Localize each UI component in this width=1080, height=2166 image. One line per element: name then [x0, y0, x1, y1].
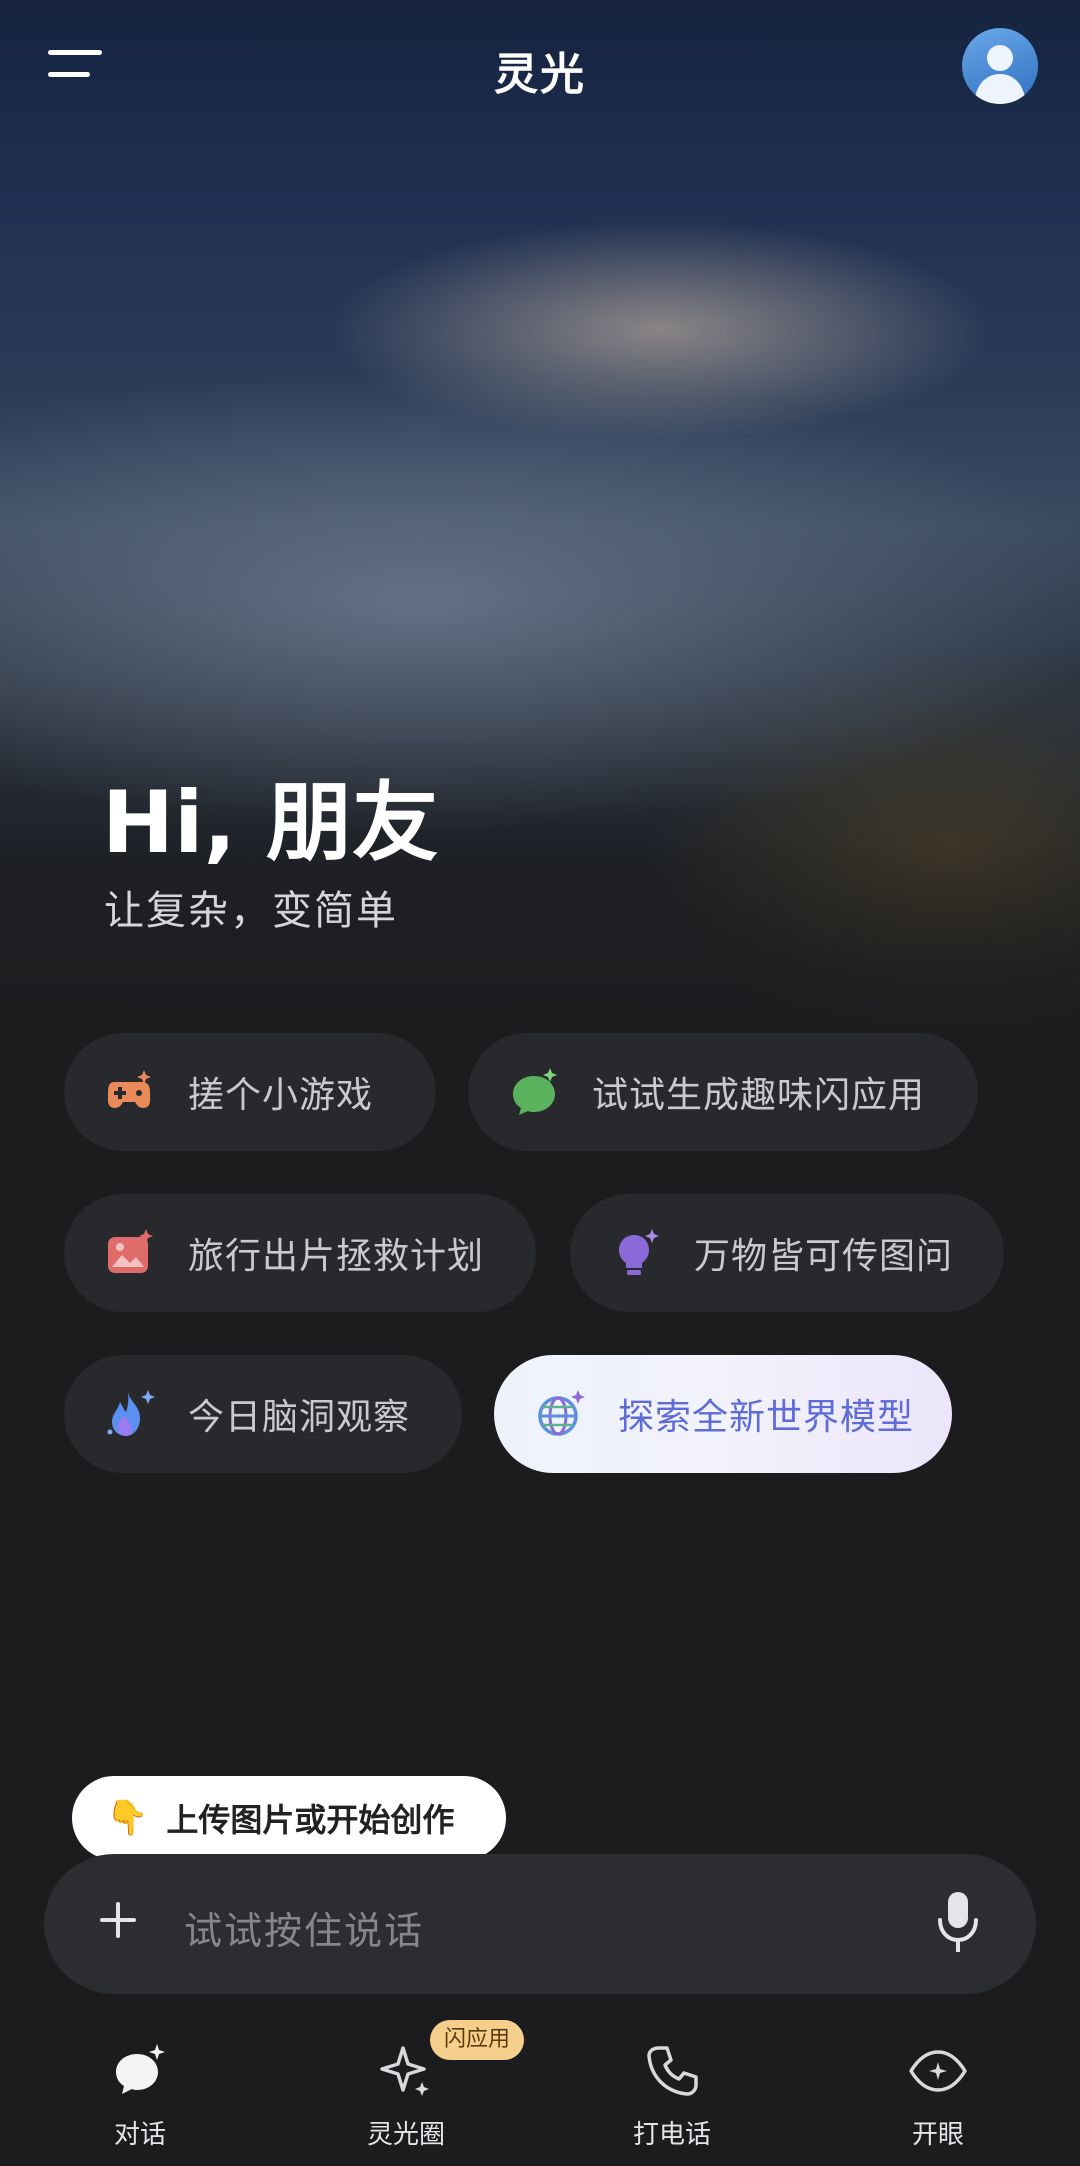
suggestion-chip-label: 搓个小游戏 [188, 1075, 374, 1116]
microphone-icon[interactable] [932, 1888, 984, 1956]
suggestion-chip-travel-photo[interactable]: 旅行出片拯救计划 [64, 1194, 536, 1312]
tab-eye-open[interactable]: 开眼 [838, 2020, 1038, 2151]
suggestion-chip-label: 万物皆可传图问 [694, 1236, 954, 1277]
chat-input-bar[interactable]: 试试按住说话 [44, 1854, 1036, 1994]
eye-icon [909, 2050, 967, 2092]
tab-label: 灵光圈 [366, 2120, 445, 2150]
greeting-subtitle: 让复杂，变简单 [104, 888, 398, 934]
user-avatar-icon[interactable] [962, 28, 1038, 104]
suggestion-chip-game[interactable]: 搓个小游戏 [64, 1033, 436, 1151]
suggestion-chip-flash-app[interactable]: 试试生成趣味闪应用 [468, 1033, 978, 1151]
flame-icon [107, 1390, 155, 1436]
tab-label: 对话 [113, 2120, 166, 2150]
suggestion-chip-image-question[interactable]: 万物皆可传图问 [570, 1194, 1004, 1312]
chat-icon [116, 2044, 165, 2094]
suggestion-chip-world-model[interactable]: 探索全新世界模型 [494, 1355, 952, 1473]
phone-icon [647, 2046, 698, 2096]
globe-icon [538, 1390, 585, 1436]
greeting-text: Hi, 朋友 [102, 773, 439, 873]
suggestion-chip-label: 探索全新世界模型 [618, 1397, 915, 1438]
tooltip-text: 上传图片或开始创作 [166, 1801, 455, 1839]
lightbulb-icon [619, 1229, 659, 1275]
pointing-down-hand-icon: 👇 [106, 1798, 149, 1838]
sparkle-icon [380, 2046, 429, 2096]
tab-label: 开眼 [911, 2120, 964, 2150]
chat-spark-icon [513, 1068, 557, 1115]
suggestion-chip-label: 试试生成趣味闪应用 [592, 1075, 926, 1116]
photo-icon [108, 1229, 153, 1273]
tab-chat[interactable]: 对话 [40, 2020, 240, 2151]
suggestion-chip-label: 旅行出片拯救计划 [188, 1236, 485, 1277]
suggestion-chip-daily-ideas[interactable]: 今日脑洞观察 [64, 1355, 462, 1473]
voice-input-placeholder[interactable]: 试试按住说话 [184, 1900, 424, 1955]
app-title: 灵光 [494, 49, 586, 100]
suggestion-chip-label: 今日脑洞观察 [188, 1397, 411, 1438]
plus-icon[interactable] [96, 1898, 140, 1942]
upload-hint-tooltip: 👇 上传图片或开始创作 [72, 1776, 506, 1874]
tab-label: 打电话 [632, 2120, 711, 2150]
flash-app-badge: 闪应用 [430, 2020, 525, 2060]
gamepad-icon [108, 1070, 151, 1108]
bottom-tab-bar: 对话 灵光圈 打电话 开眼 [0, 2020, 1080, 2166]
tab-phone-call[interactable]: 打电话 [572, 2020, 772, 2151]
